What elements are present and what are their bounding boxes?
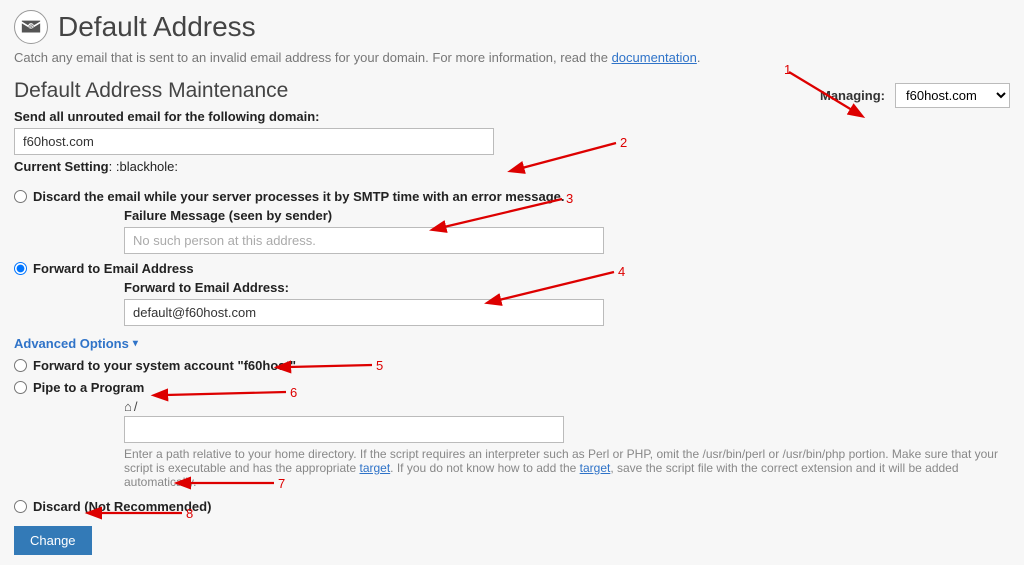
annotation-4: 4 <box>618 264 625 279</box>
pipe-path-input[interactable] <box>124 416 564 443</box>
caret-down-icon: ▾ <box>133 338 138 349</box>
home-icon: ⌂ <box>124 399 132 414</box>
pipe-radio[interactable] <box>14 381 27 394</box>
current-setting-label: Current Setting <box>14 159 109 174</box>
forward-system-label[interactable]: Forward to your system account "f60host" <box>33 358 296 373</box>
forward-email-radio[interactable] <box>14 262 27 275</box>
annotation-2: 2 <box>620 135 627 150</box>
change-button[interactable]: Change <box>14 526 92 555</box>
failure-message-label: Failure Message (seen by sender) <box>124 208 1010 223</box>
failure-message-input[interactable] <box>124 227 604 254</box>
forward-email-input[interactable] <box>124 299 604 326</box>
intro-suffix: . <box>697 50 701 65</box>
annotation-5: 5 <box>376 358 383 373</box>
forward-system-account: "f60host" <box>237 358 296 373</box>
pipe-slash: / <box>134 399 138 414</box>
annotation-6: 6 <box>290 385 297 400</box>
managing-selector: Managing: f60host.com <box>820 79 1010 108</box>
pipe-target-link-2[interactable]: target <box>580 461 611 475</box>
discard-radio[interactable] <box>14 500 27 513</box>
intro-text: Catch any email that is sent to an inval… <box>14 50 1010 65</box>
intro-prefix: Catch any email that is sent to an inval… <box>14 50 612 65</box>
annotation-1: 1 <box>784 62 791 77</box>
discard-smtp-label[interactable]: Discard the email while your server proc… <box>33 189 565 204</box>
pipe-help-2: . If you do not know how to add the <box>390 461 579 475</box>
current-setting-value: :blackhole: <box>116 159 178 174</box>
envelope-at-icon: @ <box>14 10 48 44</box>
managing-dropdown[interactable]: f60host.com <box>895 83 1010 108</box>
current-setting: Current Setting: :blackhole: <box>14 159 494 174</box>
pipe-help-text: Enter a path relative to your home direc… <box>124 447 1010 489</box>
annotation-3: 3 <box>566 191 573 206</box>
annotation-7: 7 <box>278 476 285 491</box>
managing-label: Managing: <box>820 88 885 103</box>
page-title: Default Address <box>58 11 256 43</box>
maintenance-heading: Default Address Maintenance <box>14 79 494 103</box>
forward-email-field-label: Forward to Email Address: <box>124 280 1010 295</box>
discard-smtp-radio[interactable] <box>14 190 27 203</box>
pipe-target-link-1[interactable]: target <box>359 461 390 475</box>
forward-system-prefix: Forward to your system account <box>33 358 237 373</box>
documentation-link[interactable]: documentation <box>612 50 697 65</box>
pipe-label[interactable]: Pipe to a Program <box>33 380 144 395</box>
forward-email-label[interactable]: Forward to Email Address <box>33 261 194 276</box>
advanced-options-label: Advanced Options <box>14 336 129 351</box>
advanced-options-toggle[interactable]: Advanced Options ▾ <box>14 336 1010 351</box>
domain-input[interactable] <box>14 128 494 155</box>
svg-text:@: @ <box>28 24 34 30</box>
annotation-8: 8 <box>186 506 193 521</box>
domain-label: Send all unrouted email for the followin… <box>14 109 494 124</box>
forward-system-radio[interactable] <box>14 359 27 372</box>
page-header: @ Default Address <box>14 10 1010 44</box>
